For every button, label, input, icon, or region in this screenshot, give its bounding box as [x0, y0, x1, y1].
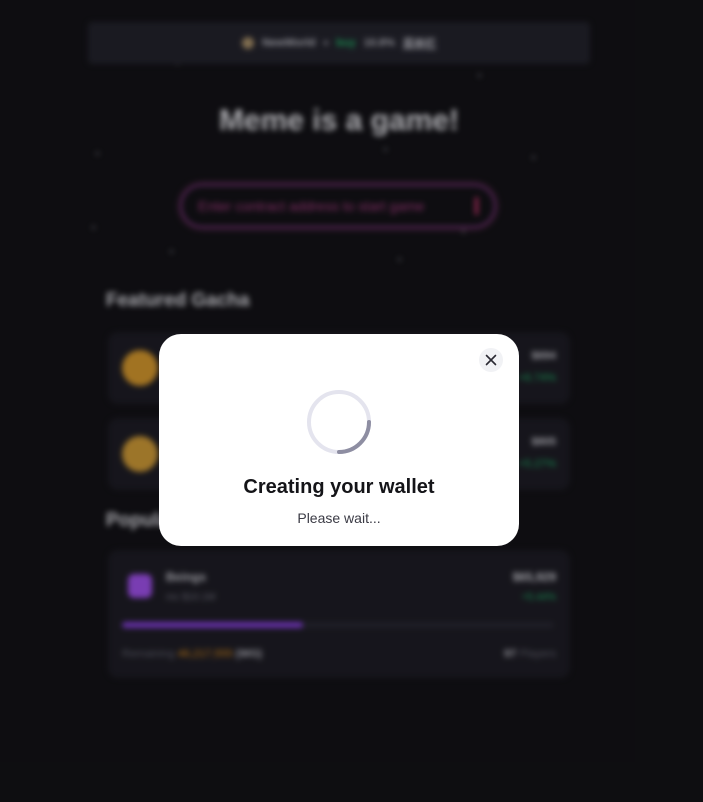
- loading-spinner-icon: [307, 390, 371, 454]
- modal-subtitle: Please wait...: [297, 510, 381, 526]
- modal-title: Creating your wallet: [243, 476, 435, 498]
- close-button[interactable]: [479, 348, 503, 372]
- close-icon: [485, 354, 497, 366]
- wallet-creation-modal: Creating your wallet Please wait...: [159, 334, 519, 546]
